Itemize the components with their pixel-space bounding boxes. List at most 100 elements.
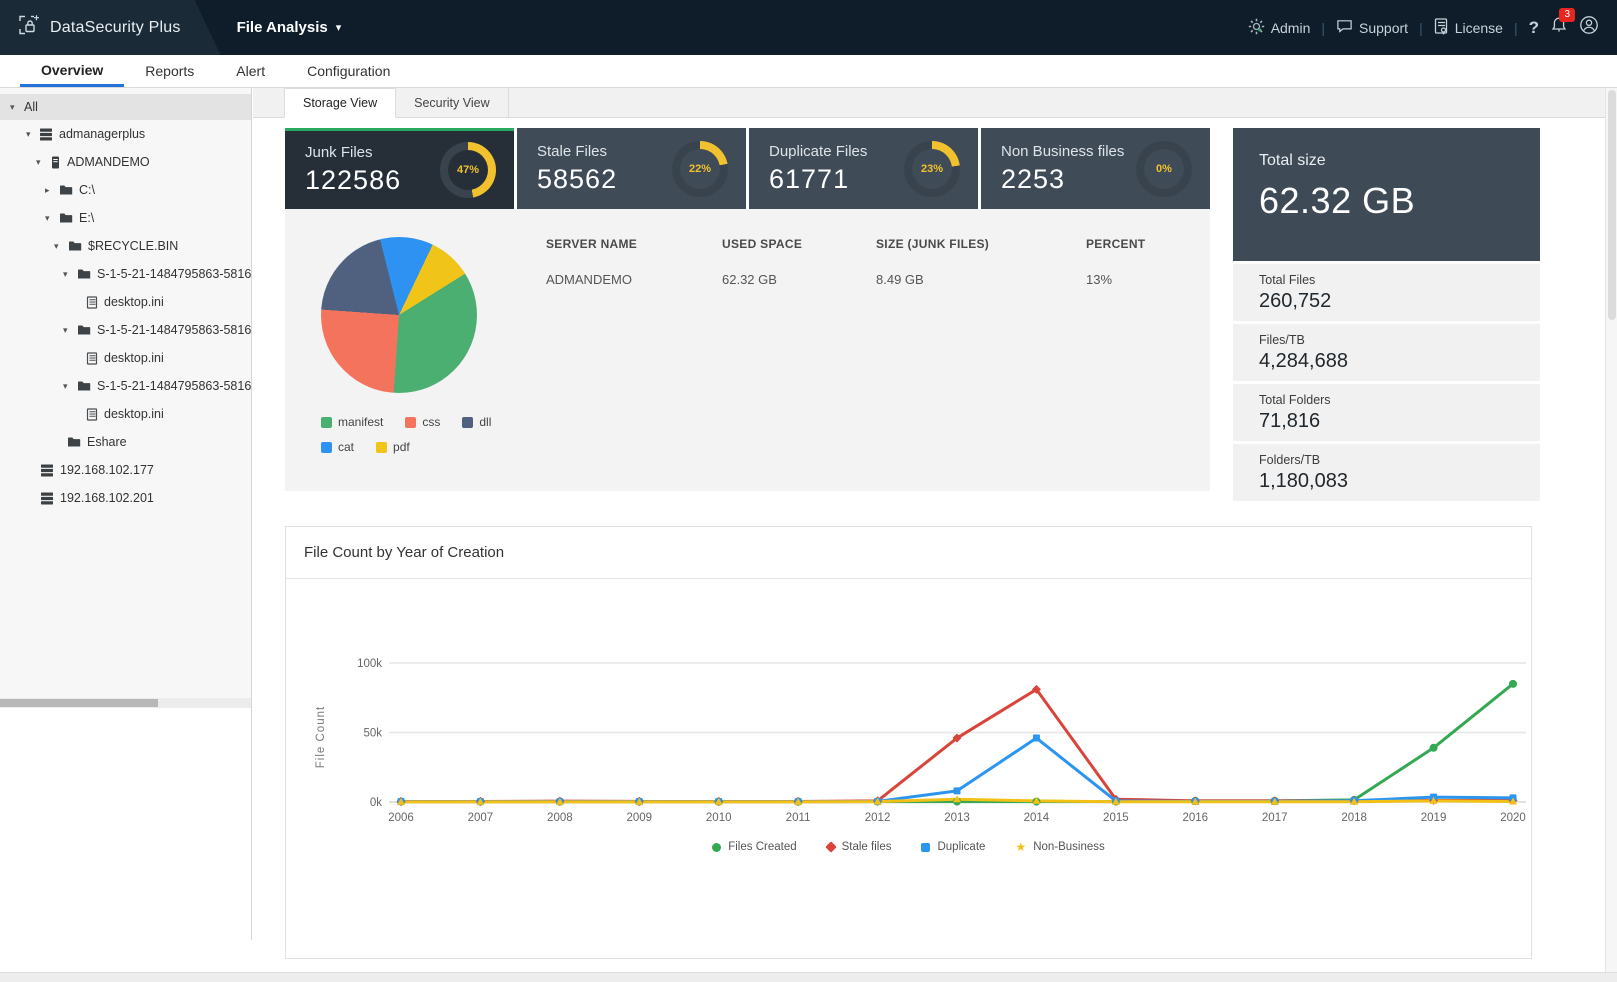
table-row[interactable]: ADMANDEMO 62.32 GB 8.49 GB 13% xyxy=(546,272,1176,287)
tab-security-view[interactable]: Security View xyxy=(396,88,509,117)
caret-down-icon[interactable]: ▾ xyxy=(45,213,59,224)
tree-item-desktop-ini[interactable]: desktop.ini xyxy=(0,288,251,316)
legend-item-pdf[interactable]: pdf xyxy=(376,440,410,454)
legend-item-css[interactable]: css xyxy=(405,415,440,429)
tree-item-label: C:\ xyxy=(79,183,95,197)
stat-value: 71,816 xyxy=(1259,410,1321,432)
legend-item-dll[interactable]: dll xyxy=(462,415,491,429)
sidebar-horizontal-scrollbar[interactable] xyxy=(0,698,251,708)
tree-item-admanagerplus[interactable]: ▾ admanagerplus xyxy=(0,120,251,148)
folder-icon xyxy=(59,184,73,196)
page-vertical-scrollbar[interactable] xyxy=(1605,88,1617,972)
file-count-line-chart[interactable]: 0k 50k 100k File Count 2006 2007 2008 2009 2010 2… xyxy=(286,587,1531,839)
folder-icon xyxy=(77,268,91,280)
svg-text:2007: 2007 xyxy=(468,812,494,824)
tree-item-c-drive[interactable]: ▸ C:\ xyxy=(0,176,251,204)
admin-label: Admin xyxy=(1270,19,1311,36)
stat-label: Folders/TB xyxy=(1259,453,1321,467)
tree-item-sid-folder[interactable]: ▾ S-1-5-21-1484795863-581620 xyxy=(0,372,251,400)
tree-item-server-177[interactable]: 192.168.102.177 xyxy=(0,456,251,484)
user-avatar-icon xyxy=(1579,15,1599,40)
duplicate-files-donut: 23% xyxy=(904,140,960,197)
summary-total-folders: Total Folders 71,816 xyxy=(1233,384,1540,441)
support-label: Support xyxy=(1359,19,1409,36)
tree-item-admandemo[interactable]: ▾ ADMANDEMO xyxy=(0,148,251,176)
stat-card-junk-files[interactable]: Junk Files 122586 47% xyxy=(285,128,514,209)
tab-storage-view[interactable]: Storage View xyxy=(284,88,397,118)
notifications-button[interactable]: 3 xyxy=(1550,8,1575,39)
legend-marker xyxy=(921,842,931,852)
svg-text:2019: 2019 xyxy=(1421,812,1447,824)
admin-link[interactable]: Admin xyxy=(1248,18,1311,38)
table-header-row: SERVER NAME USED SPACE SIZE (JUNK FILES)… xyxy=(546,237,1176,251)
caret-down-icon[interactable]: ▾ xyxy=(54,241,68,252)
page-horizontal-scrollbar[interactable] xyxy=(0,972,1617,982)
stat-card-stale-files[interactable]: Stale Files 58562 22% xyxy=(517,128,746,209)
tree-item-desktop-ini[interactable]: desktop.ini xyxy=(0,400,251,428)
svg-text:2018: 2018 xyxy=(1341,812,1367,824)
tree-item-sid-folder[interactable]: ▾ S-1-5-21-1484795863-581620 xyxy=(0,316,251,344)
legend-item-stale-files[interactable]: Stale files xyxy=(824,841,891,853)
legend-item-cat[interactable]: cat xyxy=(321,440,354,454)
main-content: Storage View Security View Junk Files 12… xyxy=(253,88,1605,972)
tree-item-all[interactable]: ▾ All xyxy=(0,94,251,120)
card-value: 2253 xyxy=(1001,163,1066,194)
module-name: File Analysis xyxy=(236,19,328,36)
tree-item-server-201[interactable]: 192.168.102.201 xyxy=(0,484,251,512)
legend-swatch xyxy=(405,416,417,428)
legend-item-manifest[interactable]: manifest xyxy=(321,415,383,429)
svg-text:2017: 2017 xyxy=(1262,812,1288,824)
caret-down-icon[interactable]: ▾ xyxy=(10,102,24,113)
tab-alert[interactable]: Alert xyxy=(215,55,286,87)
caret-down-icon[interactable]: ▾ xyxy=(26,129,40,140)
caret-down-icon[interactable]: ▾ xyxy=(63,381,77,392)
card-title: Stale Files xyxy=(537,142,608,160)
scrollbar-thumb[interactable] xyxy=(1608,90,1616,320)
stat-card-duplicate-files[interactable]: Duplicate Files 61771 23% xyxy=(749,128,978,209)
caret-down-icon[interactable]: ▾ xyxy=(63,269,77,280)
tree-area: ▾ All ▾ admanagerplus ▾ ADMANDEMO ▸ C:\ xyxy=(0,88,251,698)
junk-files-detail-panel: manifest css dll cat pdf SERVER NAME USE… xyxy=(285,209,1210,491)
legend-item-non-business[interactable]: ★ Non-Business xyxy=(1015,841,1104,853)
tree-item-sid-folder[interactable]: ▾ S-1-5-21-1484795863-581620 xyxy=(0,260,251,288)
card-value: 122586 xyxy=(305,165,402,195)
stat-value: 1,180,083 xyxy=(1259,470,1348,492)
tree-item-e-drive[interactable]: ▾ E:\ xyxy=(0,204,251,232)
file-type-pie-chart[interactable] xyxy=(321,237,477,393)
help-button[interactable]: ? xyxy=(1529,18,1539,38)
caret-right-icon[interactable]: ▸ xyxy=(45,185,59,196)
stat-card-non-business-files[interactable]: Non Business files 2253 0% xyxy=(981,128,1210,209)
tree-item-label: desktop.ini xyxy=(104,407,164,421)
tree-item-eshare[interactable]: Eshare xyxy=(0,428,251,456)
cell-used-space: 62.32 GB xyxy=(722,272,777,287)
folder-icon xyxy=(67,436,81,448)
scrollbar-thumb[interactable] xyxy=(0,699,159,707)
chevron-down-icon: ▾ xyxy=(335,22,342,34)
tree-item-label: admanagerplus xyxy=(59,127,146,141)
legend-label: css xyxy=(422,415,441,429)
tree-item-recycle-bin[interactable]: ▾ $RECYCLE.BIN xyxy=(0,232,251,260)
support-link[interactable]: Support xyxy=(1336,18,1408,37)
folder-icon xyxy=(68,240,82,252)
view-tab-bar: Storage View Security View xyxy=(253,88,1605,118)
tab-overview[interactable]: Overview xyxy=(20,55,125,87)
user-menu-button[interactable] xyxy=(1579,15,1599,40)
legend-swatch xyxy=(321,441,332,453)
tree-item-desktop-ini[interactable]: desktop.ini xyxy=(0,344,251,372)
total-size-value: 62.32 GB xyxy=(1259,180,1416,221)
caret-down-icon[interactable]: ▾ xyxy=(36,157,50,168)
tree-item-label: desktop.ini xyxy=(104,295,164,309)
module-selector[interactable]: File Analysis ▾ xyxy=(221,0,356,55)
svg-text:2009: 2009 xyxy=(626,812,652,824)
license-link[interactable]: License xyxy=(1434,17,1503,38)
legend-label: Duplicate xyxy=(937,841,986,853)
donut-percent: 23% xyxy=(920,162,944,175)
legend-item-files-created[interactable]: Files Created xyxy=(712,841,797,853)
col-server-name: SERVER NAME xyxy=(546,237,638,251)
tab-reports[interactable]: Reports xyxy=(124,55,215,87)
legend-item-duplicate[interactable]: Duplicate xyxy=(921,841,985,853)
tab-configuration[interactable]: Configuration xyxy=(286,55,411,87)
topbar-actions: Admin | Support | License | ? 3 xyxy=(1248,0,1617,55)
caret-down-icon[interactable]: ▾ xyxy=(63,325,77,336)
file-icon xyxy=(86,295,98,309)
